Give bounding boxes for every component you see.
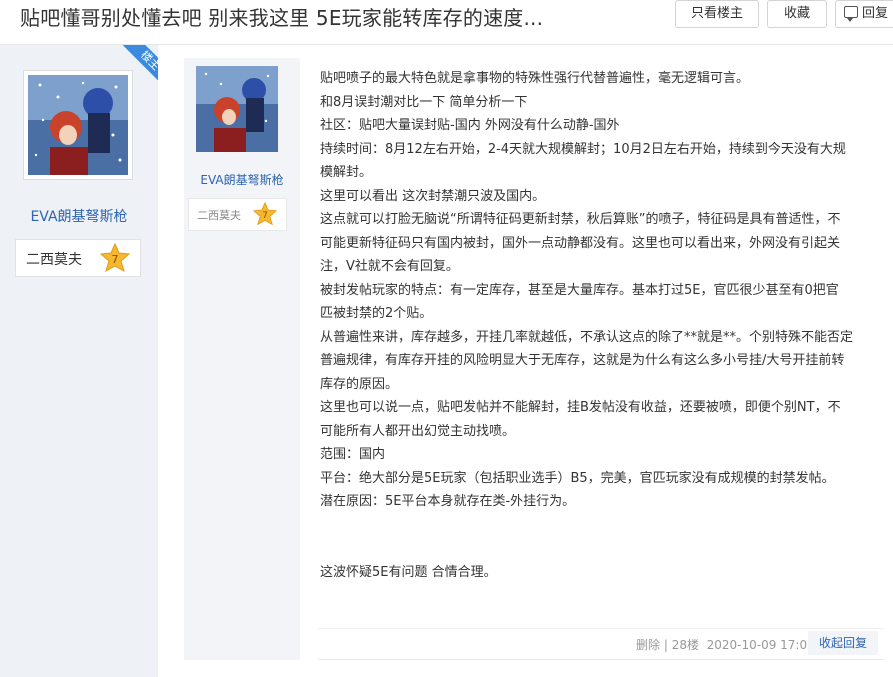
reply-button[interactable]: 回复 [835,0,893,28]
post-line: 被封发帖玩家的特点：有一定库存，甚至是大量库存。基本打过5E，官匹很少甚至有0把… [320,282,839,298]
post-line: 这里可以看出 这次封禁潮只波及国内。 [320,188,546,204]
post-line: 和8月误封潮对比一下 简单分析一下 [320,94,528,110]
level-title: 二西莫夫 [197,209,241,222]
level-star-icon: 7 [253,202,277,226]
floor-number: 28楼 [671,638,699,652]
post-line: 从普遍性来讲，库存越多，开挂几率就越低，不承认这点的除了**就是**。个别特殊不… [320,329,854,345]
meta-separator: | [660,638,672,652]
post-line: 匹被封禁的2个贴。 [320,306,433,321]
blank-gap [320,514,886,561]
post-line: 持续时间：8月12左右开始，2-4天就大规模解封；10月2日左右开始，持续到今天… [320,141,846,157]
post-line: 潜在原因：5E平台本身就存在类-外挂行为。 [320,494,576,509]
thread-header: 贴吧懂哥别处懂去吧 别来我这里 5E玩家能转库存的速度... 只看楼主 收藏 回… [0,0,893,45]
fold-reply-button[interactable]: 收起回复 [808,631,878,655]
post-meta: 删除 | 28楼 2020-10-09 17:02 [636,636,815,653]
level-number: 7 [112,253,119,266]
level-title: 二西莫夫 [26,252,82,268]
post-line: 注，V社就不会有回复。 [320,259,459,274]
post-footer: 删除 | 28楼 2020-10-09 17:02 收起回复 [318,628,884,660]
post-line: 平台：绝大部分是5E玩家（包括职业选手）B5，完美，官匹玩家没有成规模的封禁发帖… [320,470,835,486]
avatar-image [196,66,278,152]
post-line: 普遍规律，有库存开挂的风险明显大于无库存，这就是为什么有这么多小号挂/大号开挂前… [320,353,845,368]
reply-author-avatar[interactable] [196,66,278,152]
post-line: 这点就可以打脸无脑说“所谓特征码更新封禁，秋后算账”的喷子，特征码是具有普适性，… [320,212,841,227]
post-line: 贴吧喷子的最大特色就是拿事物的特殊性强行代替普遍性，毫无逻辑可言。 [320,71,750,86]
avatar-image [28,75,128,175]
reply-author-level: 二西莫夫 7 [188,198,287,231]
level-number: 7 [262,211,268,221]
comment-icon [844,6,858,22]
reply-button-label: 回复 [862,6,889,21]
post-line: 这里也可以说一点，贴吧发帖并不能解封，挂B发帖没有收益，还要被喷，即便个别NT，… [320,400,841,415]
post-time: 2020-10-09 17:02 [706,638,815,652]
collect-button[interactable]: 收藏 [767,0,827,28]
post-line: 范围：国内 [320,447,386,462]
only-owner-button[interactable]: 只看楼主 [675,0,759,28]
post-line: 模解封。 [320,165,373,180]
post-line: 库存的原因。 [320,376,399,392]
post-line: 社区：贴吧大量误封贴-国内 外网没有什么动静-国外 [320,118,620,133]
author-avatar[interactable] [23,70,133,180]
thread-title: 贴吧懂哥别处懂去吧 别来我这里 5E玩家能转库存的速度... [20,6,544,30]
post-body: 贴吧喷子的最大特色就是拿事物的特殊性强行代替普遍性，毫无逻辑可言。 和8月误封潮… [320,67,886,584]
author-level: 二西莫夫 7 [15,239,141,277]
meta-spacer [699,638,707,652]
post-line: 这波怀疑5E有问题 合情合理。 [320,564,497,580]
post-line: 可能更新特征码只有国内被封，国外一点动静都没有。这里也可以看出来，外网没有引起关 [320,235,841,251]
post-line: 可能所有人都开出幻觉主动找喷。 [320,423,516,439]
reply-author-name[interactable]: EVA朗基弩斯枪 [184,171,300,188]
level-star-icon: 7 [100,243,130,273]
author-name[interactable]: EVA朗基弩斯枪 [0,206,158,226]
delete-link[interactable]: 删除 [636,638,660,652]
